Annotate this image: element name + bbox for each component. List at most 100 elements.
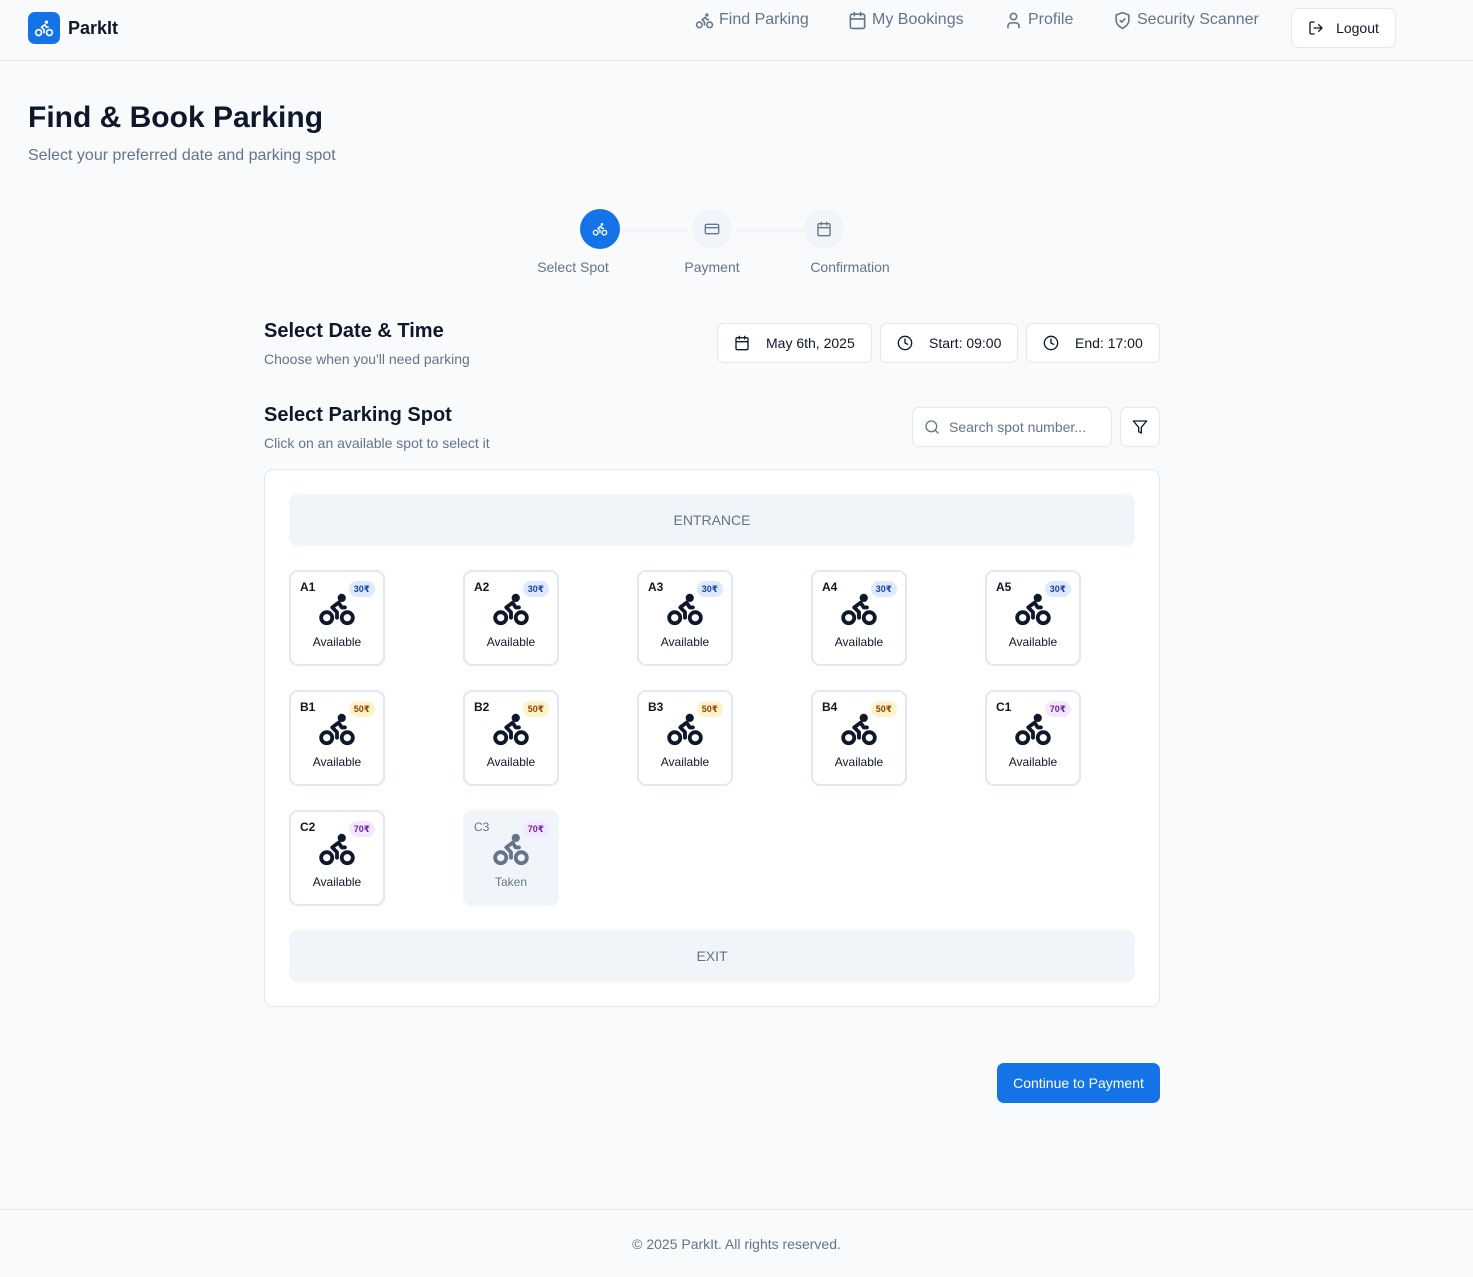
logout-button[interactable]: Logout: [1291, 8, 1396, 48]
clock-icon: [1043, 335, 1059, 351]
bike-icon: [1014, 710, 1052, 748]
spot-status: Available: [834, 635, 884, 649]
parking-spot-b2[interactable]: B2 50₹ Available: [463, 690, 559, 786]
bike-icon: [695, 12, 714, 28]
credit-card-icon: [704, 223, 720, 235]
parking-spot-b1[interactable]: B1 50₹ Available: [289, 690, 385, 786]
spot-select-description: Click on an available spot to select it: [264, 435, 490, 451]
spot-status: Taken: [494, 875, 528, 889]
logout-icon: [1309, 21, 1323, 35]
spot-number: A2: [474, 580, 490, 594]
spot-select-title: Select Parking Spot: [264, 404, 452, 426]
spot-status: Available: [312, 875, 362, 889]
parking-spot-b3[interactable]: B3 50₹ Available: [637, 690, 733, 786]
clock-icon: [897, 335, 913, 351]
bike-icon: [492, 710, 530, 748]
spot-number: B1: [300, 700, 316, 714]
step-label: Confirmation: [810, 259, 890, 275]
brand[interactable]: ParkIt: [28, 12, 118, 44]
nav-label: Security Scanner: [1137, 11, 1259, 28]
step-connector: [736, 228, 804, 232]
logout-label: Logout: [1336, 20, 1379, 36]
nav-profile[interactable]: Profile: [1004, 0, 1073, 40]
spot-number: C2: [300, 820, 316, 834]
parking-spot-b4[interactable]: B4 50₹ Available: [811, 690, 907, 786]
parking-spot-a3[interactable]: A3 30₹ Available: [637, 570, 733, 666]
spot-number: A5: [996, 580, 1012, 594]
top-navbar: ParkIt Find Parking My Bookings Profile …: [0, 0, 1473, 61]
bike-icon: [318, 710, 356, 748]
parking-lot-map: ENTRANCE A1 30₹ Available A2 30₹ Available A3 3…: [264, 469, 1160, 1007]
nav-my-bookings[interactable]: My Bookings: [848, 0, 964, 40]
parking-spot-c1[interactable]: C1 70₹ Available: [985, 690, 1081, 786]
end-time-picker[interactable]: End: 17:00: [1026, 323, 1160, 363]
bike-icon: [666, 710, 704, 748]
bike-icon: [318, 830, 356, 868]
brand-name: ParkIt: [68, 17, 119, 38]
filter-button[interactable]: [1120, 407, 1160, 447]
search-icon: [925, 420, 939, 434]
spot-number: B4: [822, 700, 838, 714]
parking-spot-a2[interactable]: A2 30₹ Available: [463, 570, 559, 666]
spot-number: A4: [822, 580, 838, 594]
bike-icon: [492, 590, 530, 628]
parking-spot-a5[interactable]: A5 30₹ Available: [985, 570, 1081, 666]
parking-spot-c3: C3 70₹ Taken: [463, 810, 559, 906]
spot-status: Available: [312, 755, 362, 769]
calendar-icon: [735, 335, 749, 351]
step-connector: [620, 228, 688, 232]
nav-find-parking[interactable]: Find Parking: [695, 0, 809, 40]
step-label: Payment: [684, 259, 740, 275]
entrance-lane: ENTRANCE: [289, 494, 1135, 546]
spot-status: Available: [834, 755, 884, 769]
nav-label: My Bookings: [872, 11, 964, 28]
bike-icon: [840, 590, 878, 628]
date-picker[interactable]: May 6th, 2025: [717, 323, 872, 363]
spot-status: Available: [1008, 635, 1058, 649]
calendar-icon: [849, 11, 866, 29]
step-confirmation: [804, 209, 844, 249]
spot-status: Available: [486, 755, 536, 769]
shield-check-icon: [1115, 11, 1130, 29]
bike-icon: [666, 590, 704, 628]
bike-icon: [492, 830, 530, 868]
spot-search: [912, 407, 1112, 447]
footer-text: © 2025 ParkIt. All rights reserved.: [632, 1235, 841, 1252]
spot-number: A1: [300, 580, 316, 594]
spot-number: B2: [474, 700, 490, 714]
step-select-spot: [580, 209, 620, 249]
bike-icon: [840, 710, 878, 748]
nav-label: Profile: [1028, 11, 1074, 28]
spot-number: A3: [648, 580, 664, 594]
user-icon: [1007, 12, 1020, 28]
calendar-icon: [817, 221, 831, 237]
nav-label: Find Parking: [719, 11, 809, 28]
spot-status: Available: [660, 635, 710, 649]
bike-icon: [1014, 590, 1052, 628]
bike-icon: [28, 12, 60, 44]
start-time-picker[interactable]: Start: 09:00: [880, 323, 1018, 363]
date-value: May 6th, 2025: [766, 335, 855, 351]
spot-number: C1: [996, 700, 1012, 714]
parking-spot-a1[interactable]: A1 30₹ Available: [289, 570, 385, 666]
page-title: Find & Book Parking: [28, 101, 324, 134]
bike-icon: [318, 590, 356, 628]
step-payment: [692, 209, 732, 249]
spot-number: B3: [648, 700, 664, 714]
spot-status: Available: [660, 755, 710, 769]
footer: © 2025 ParkIt. All rights reserved.: [0, 1209, 1473, 1277]
bike-icon: [592, 223, 608, 236]
spot-status: Available: [486, 635, 536, 649]
datetime-description: Choose when you'll need parking: [264, 351, 470, 367]
start-time-value: Start: 09:00: [929, 335, 1002, 351]
datetime-title: Select Date & Time: [264, 320, 444, 342]
end-time-value: End: 17:00: [1075, 335, 1143, 351]
exit-lane: EXIT: [289, 930, 1135, 982]
step-label: Select Spot: [537, 259, 609, 275]
nav-security-scanner[interactable]: Security Scanner: [1113, 0, 1259, 40]
parking-spot-c2[interactable]: C2 70₹ Available: [289, 810, 385, 906]
spot-search-input[interactable]: [949, 419, 1099, 435]
spot-status: Available: [1008, 755, 1058, 769]
parking-spot-a4[interactable]: A4 30₹ Available: [811, 570, 907, 666]
continue-to-payment-button[interactable]: Continue to Payment: [997, 1063, 1160, 1103]
